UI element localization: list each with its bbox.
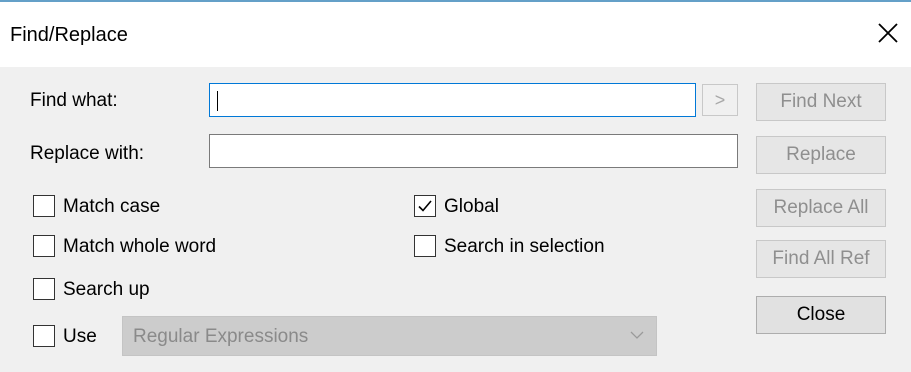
use-label: Use	[63, 326, 97, 347]
close-icon[interactable]	[875, 20, 901, 46]
global-label: Global	[444, 196, 499, 217]
replace-with-label: Replace with:	[30, 143, 145, 164]
match-case-checkbox[interactable]	[33, 195, 55, 217]
match-case-label: Match case	[63, 196, 161, 217]
find-what-input[interactable]	[209, 83, 696, 117]
find-next-button[interactable]: Find Next	[756, 83, 886, 121]
search-in-selection-checkbox[interactable]	[414, 235, 436, 257]
chevron-down-icon	[630, 331, 644, 339]
replace-button[interactable]: Replace	[756, 136, 886, 174]
match-whole-word-label: Match whole word	[63, 236, 217, 257]
window-title: Find/Replace	[10, 24, 128, 46]
find-all-ref-button[interactable]: Find All Ref	[756, 240, 886, 278]
find-options-arrow-button[interactable]: >	[702, 84, 738, 116]
use-checkbox[interactable]	[33, 325, 55, 347]
replace-all-button[interactable]: Replace All	[756, 189, 886, 227]
search-up-label: Search up	[63, 279, 150, 300]
search-in-selection-label: Search in selection	[444, 236, 605, 257]
checkmark-icon	[418, 200, 432, 212]
replace-with-input[interactable]	[209, 134, 738, 168]
syntax-select-value: Regular Expressions	[133, 326, 309, 347]
title-bar: Find/Replace	[0, 0, 911, 67]
syntax-select[interactable]: Regular Expressions	[122, 316, 657, 356]
match-whole-word-checkbox[interactable]	[33, 235, 55, 257]
global-checkbox[interactable]	[414, 195, 436, 217]
text-caret	[217, 91, 218, 111]
find-what-label: Find what:	[30, 90, 118, 111]
search-up-checkbox[interactable]	[33, 278, 55, 300]
close-button[interactable]: Close	[756, 296, 886, 334]
